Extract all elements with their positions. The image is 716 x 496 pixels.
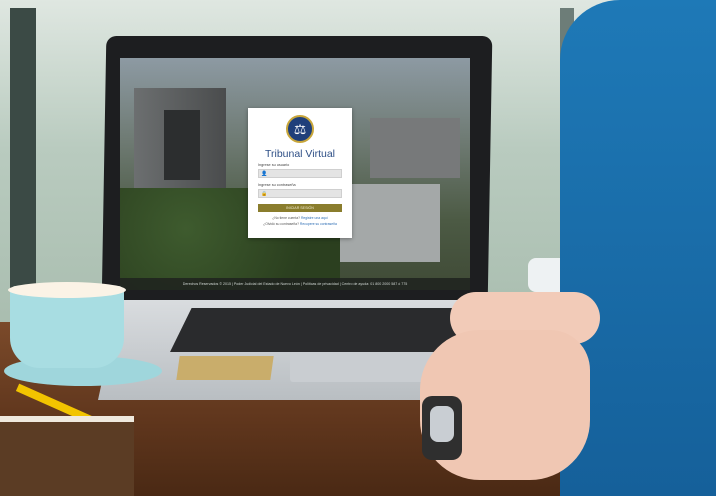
register-prompt: ¿No tiene cuenta? — [272, 216, 300, 220]
forgot-line: ¿Olvidó su contraseña? Recupere su contr… — [258, 222, 342, 226]
register-line: ¿No tiene cuenta? Registre una aquí — [258, 216, 342, 220]
password-label: Ingrese su contraseña — [258, 183, 296, 187]
photo-scene: ⚖ Tribunal Virtual Ingrese su usuario 👤 … — [0, 0, 716, 496]
register-link[interactable]: Registre una aquí — [301, 216, 328, 220]
login-title: Tribunal Virtual — [264, 148, 336, 160]
book-stack — [0, 416, 134, 496]
login-card: ⚖ Tribunal Virtual Ingrese su usuario 👤 … — [248, 108, 352, 238]
credit-card — [176, 356, 274, 380]
seal-icon: ⚖ — [286, 115, 314, 143]
coffee-foam — [8, 282, 126, 298]
user-label: Ingrese su usuario — [258, 163, 290, 167]
building-right — [370, 118, 460, 178]
footer-text: Derechos Reservados © 2015 | Poder Judic… — [120, 278, 470, 290]
lock-icon: 🔒 — [261, 191, 268, 197]
forgot-prompt: ¿Olvidó su contraseña? — [263, 222, 299, 226]
user-icon: 👤 — [261, 171, 268, 177]
coffee-cup — [10, 286, 124, 368]
forgot-password-link[interactable]: Recupere su contraseña — [300, 222, 337, 226]
login-button[interactable]: INICIAR SESIÓN — [258, 204, 342, 212]
window-frame-left — [10, 8, 36, 308]
touchpad — [290, 352, 440, 382]
user-field[interactable]: 👤 — [258, 169, 342, 185]
password-field[interactable]: 🔒 — [258, 189, 342, 205]
laptop-screen: ⚖ Tribunal Virtual Ingrese su usuario 👤 … — [120, 58, 470, 290]
watch-face — [430, 406, 454, 442]
